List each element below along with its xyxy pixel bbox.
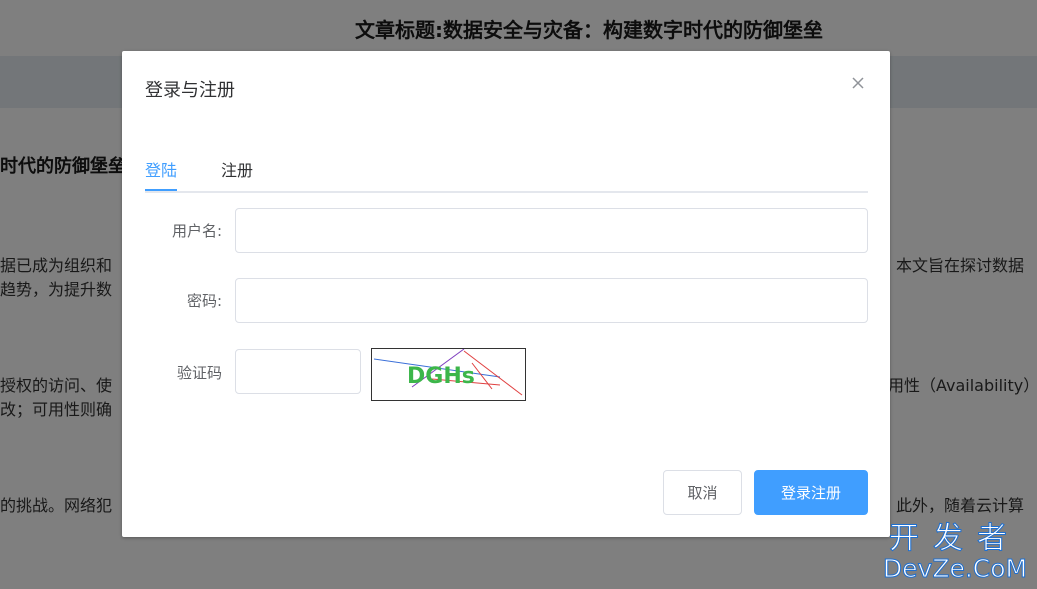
watermark-en: DevZe.CoM <box>882 554 1028 583</box>
username-label: 用户名: <box>171 222 222 240</box>
username-input[interactable] <box>235 208 868 253</box>
site-watermark-logo: 开发者 DevZe.CoM <box>880 521 1030 583</box>
login-register-button[interactable]: 登录注册 <box>754 470 868 515</box>
captcha-text: DGHs <box>407 364 475 389</box>
captcha-input[interactable] <box>235 349 361 394</box>
captcha-image[interactable]: DGHs <box>371 348 526 401</box>
captcha-label: 验证码 <box>176 364 222 382</box>
password-input[interactable] <box>235 278 868 323</box>
cancel-button[interactable]: 取消 <box>663 470 742 515</box>
close-icon <box>852 77 864 89</box>
watermark-cn: 开发者 <box>889 521 1021 556</box>
login-register-dialog: 登录与注册 登陆 注册 用户名: 密码: 验证码 DGHs 取消 登录注册 <box>122 51 890 537</box>
captcha-noise-lines: DGHs <box>373 348 523 396</box>
close-button[interactable] <box>848 73 868 93</box>
tab-register[interactable]: 注册 <box>221 157 253 181</box>
active-tab-indicator <box>145 189 177 191</box>
tab-login[interactable]: 登陆 <box>145 157 177 181</box>
password-label: 密码: <box>186 292 222 310</box>
dialog-title: 登录与注册 <box>145 80 235 101</box>
tab-bar: 登陆 注册 <box>145 155 868 193</box>
